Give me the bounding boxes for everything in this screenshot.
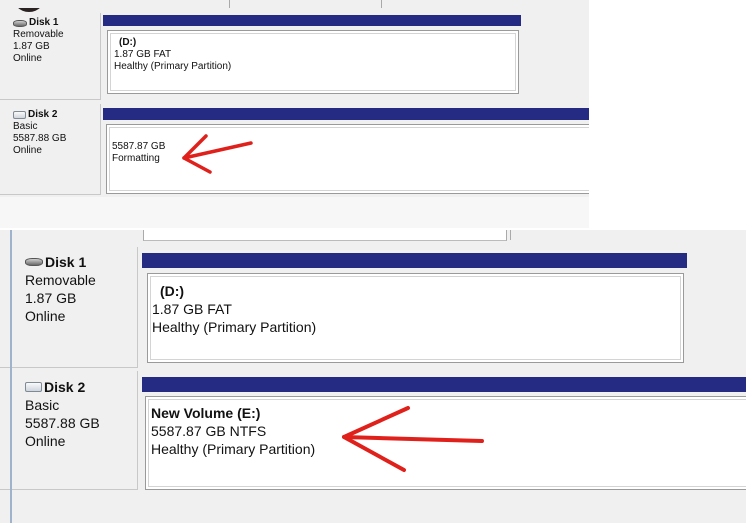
partition-health: Healthy (Primary Partition) — [152, 319, 317, 335]
previous-row-strip — [0, 230, 746, 241]
left-window-edge — [10, 230, 12, 523]
partition-d[interactable]: (D:) 1.87 GB FAT Healthy (Primary Partit… — [107, 30, 519, 94]
partition-detail: 1.87 GB FAT — [152, 301, 232, 317]
disk-type: Removable — [13, 29, 64, 40]
basic-disk-icon — [25, 382, 42, 392]
red-arrow-annotation — [342, 406, 484, 472]
disk-size: 1.87 GB — [25, 290, 77, 306]
red-arrow-annotation — [182, 134, 253, 174]
partition-health: Healthy (Primary Partition) — [114, 61, 232, 72]
disk-info-disk2[interactable]: Disk 2 Basic 5587.88 GB Online — [0, 104, 101, 195]
partition-label: (D:) — [119, 37, 137, 48]
disk-status: Online — [25, 308, 66, 324]
partition-label: (D:) — [160, 283, 185, 299]
disk-status: Online — [13, 145, 42, 156]
disk-name: Disk 2 — [44, 379, 86, 395]
disk-name: Disk 1 — [29, 17, 59, 28]
partition-d[interactable]: (D:) 1.87 GB FAT Healthy (Primary Partit… — [147, 273, 684, 363]
disk-name: Disk 1 — [45, 254, 87, 270]
disk-type: Basic — [13, 121, 38, 132]
disk-info-disk1[interactable]: Disk 1 Removable 1.87 GB Online — [0, 13, 101, 100]
disk-row-disk1: Disk 1 Removable 1.87 GB Online (D:) 1.8… — [0, 13, 589, 100]
disk-info-disk1[interactable]: Disk 1 Removable 1.87 GB Online — [0, 247, 138, 368]
disk-row-disk1: Disk 1 Removable 1.87 GB Online (D:) 1.8… — [0, 247, 746, 368]
disk-status: Online — [13, 53, 42, 64]
disk-size: 5587.88 GB — [13, 133, 67, 144]
disk-size: 1.87 GB — [13, 41, 50, 52]
removable-drive-icon — [25, 258, 43, 266]
disk-manager-after-panel: Disk 1 Removable 1.87 GB Online (D:) 1.8… — [0, 230, 746, 523]
disk-row-disk2: Disk 2 Basic 5587.88 GB Online 5587.87 G… — [0, 104, 589, 195]
previous-row-strip — [0, 0, 589, 8]
partition-header-bar — [142, 253, 687, 268]
basic-disk-icon — [13, 111, 26, 119]
disk-name: Disk 2 — [28, 109, 58, 120]
partition-area-disk1: (D:) 1.87 GB FAT Healthy (Primary Partit… — [142, 253, 687, 365]
partition-header-bar — [103, 108, 589, 120]
removable-drive-icon — [13, 19, 27, 27]
partition-detail: 1.87 GB FAT — [114, 49, 172, 60]
disk-size: 5587.88 GB — [25, 415, 100, 431]
disk-type: Basic — [25, 397, 60, 413]
partition-area-disk1: (D:) 1.87 GB FAT Healthy (Primary Partit… — [103, 15, 521, 95]
panel-footer-area — [0, 197, 589, 228]
disk-info-disk2[interactable]: Disk 2 Basic 5587.88 GB Online — [0, 371, 138, 490]
disk-type: Removable — [25, 272, 96, 288]
partition-header-bar — [142, 377, 746, 392]
disk-manager-before-panel: Disk 1 Removable 1.87 GB Online (D:) 1.8… — [0, 0, 589, 228]
disk-status: Online — [25, 433, 66, 449]
partition-header-bar — [103, 15, 521, 26]
